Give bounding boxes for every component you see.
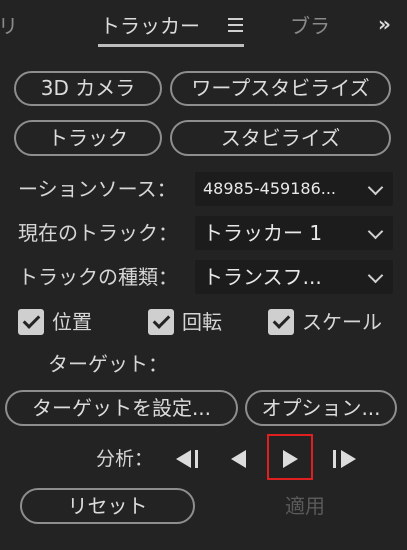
rotation-checkbox-label: 回転	[182, 310, 222, 334]
analyze-label: 分析：	[96, 448, 154, 470]
motion-source-label: ーションソース：	[18, 177, 177, 201]
checkmark-icon	[18, 309, 44, 335]
rotation-checkbox[interactable]: 回転	[148, 309, 238, 337]
target-label: ターゲット：	[48, 352, 168, 376]
tab-previous[interactable]: リ	[0, 0, 18, 52]
apply-button: 適用	[285, 494, 325, 518]
track-type-label: トラックの種類：	[18, 265, 178, 289]
current-track-label: 現在のトラック：	[18, 221, 178, 245]
tracker-panel: リ トラッカー ブラ » 3D カメラ ワープスタビライズ トラック スタビライ…	[0, 0, 407, 550]
set-target-button[interactable]: ターゲットを設定...	[5, 390, 238, 426]
warp-stabilize-button[interactable]: ワープスタビライズ	[170, 71, 391, 106]
track-type-dropdown[interactable]: トランスフ...	[195, 260, 393, 294]
track-button[interactable]: トラック	[14, 120, 162, 156]
reset-button[interactable]: リセット	[20, 488, 195, 524]
scale-checkbox[interactable]: スケール	[268, 309, 398, 337]
play-backward-icon[interactable]	[229, 442, 251, 476]
overflow-chevron-icon[interactable]: »	[378, 12, 391, 36]
current-track-dropdown[interactable]: トラッカー 1	[195, 216, 393, 250]
options-button[interactable]: オプション...	[245, 390, 397, 426]
motion-source-value: 48985-459186...	[203, 179, 337, 198]
scale-checkbox-label: スケール	[302, 310, 382, 334]
active-tab-underline	[98, 44, 244, 47]
checkmark-icon	[148, 309, 174, 335]
tab-next[interactable]: ブラ	[290, 0, 330, 52]
stabilize-button[interactable]: スタビライズ	[170, 120, 391, 156]
step-forward-icon[interactable]	[333, 442, 361, 476]
play-forward-highlight	[267, 434, 313, 480]
position-checkbox[interactable]: 位置	[18, 309, 108, 337]
current-track-value: トラッカー 1	[203, 221, 323, 245]
chevron-down-icon	[367, 179, 384, 196]
track-type-value: トランスフ...	[203, 265, 322, 289]
position-checkbox-label: 位置	[52, 310, 92, 334]
camera-3d-button[interactable]: 3D カメラ	[14, 71, 162, 106]
chevron-down-icon	[367, 267, 384, 284]
step-backward-icon[interactable]	[176, 442, 204, 476]
checkmark-icon	[268, 309, 294, 335]
hamburger-icon[interactable]	[228, 18, 244, 34]
tab-bar: リ トラッカー ブラ »	[0, 0, 407, 52]
motion-source-dropdown[interactable]: 48985-459186...	[195, 172, 393, 206]
chevron-down-icon	[367, 223, 384, 240]
